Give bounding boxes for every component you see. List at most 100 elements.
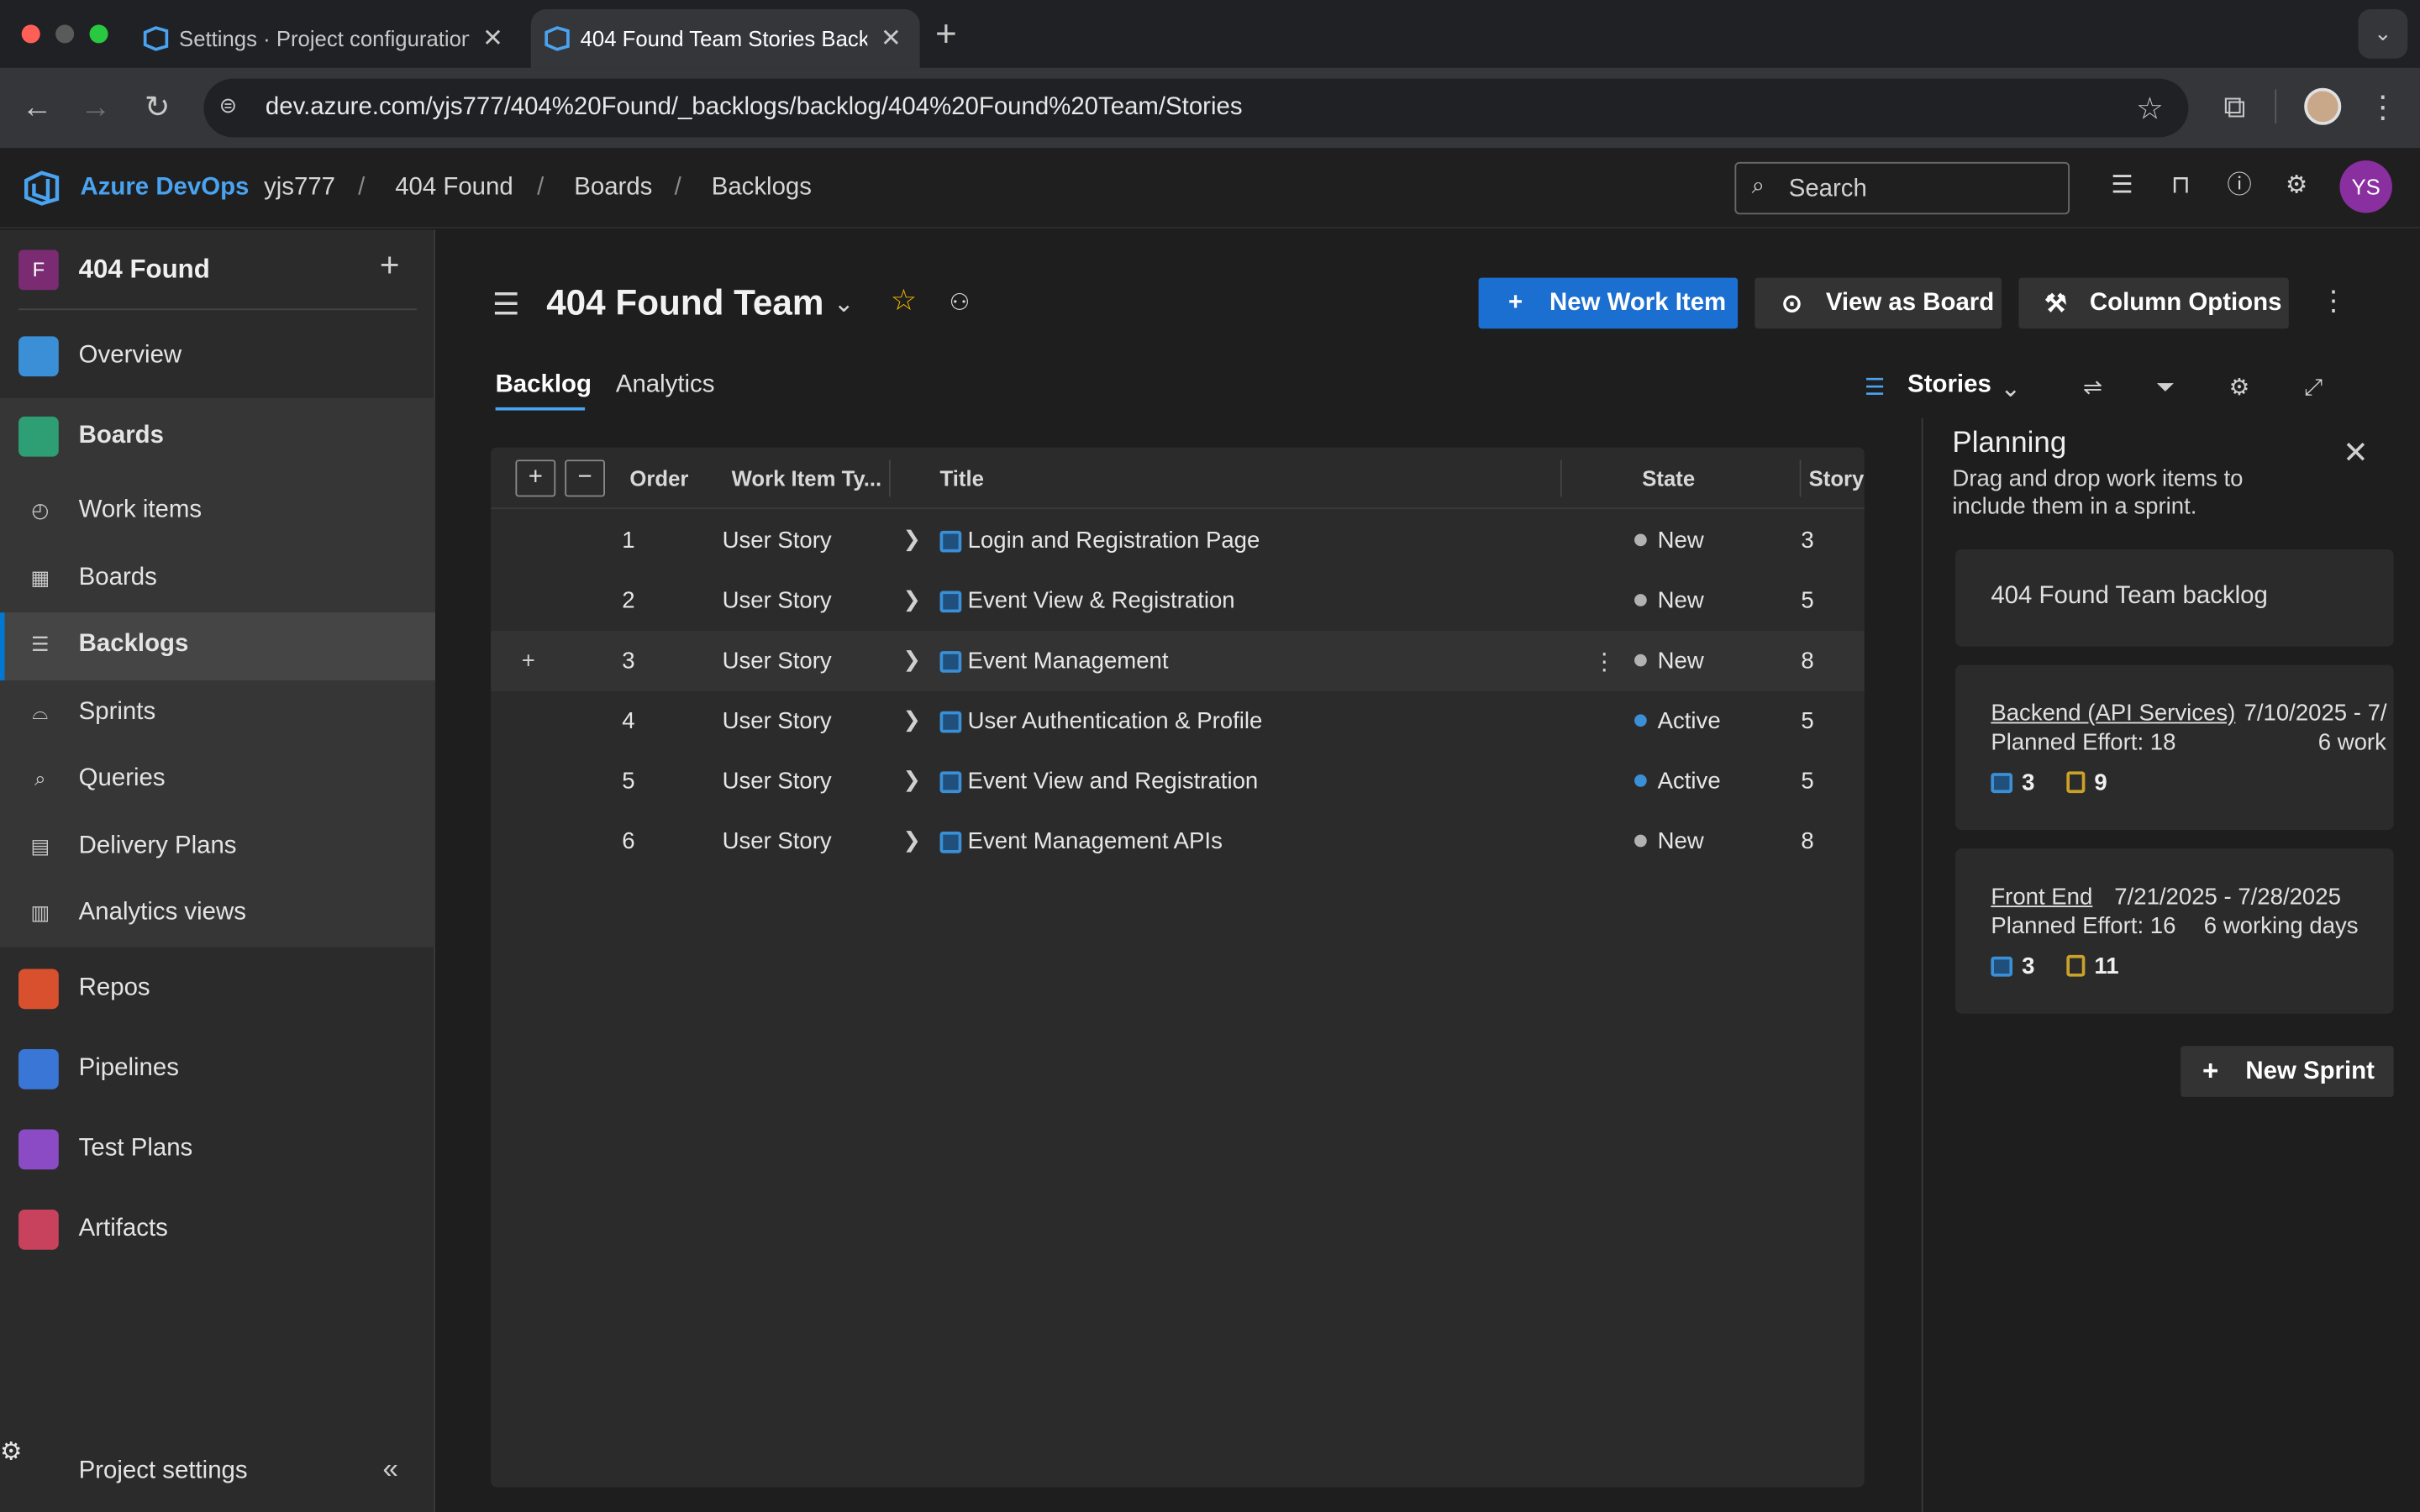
fullscreen-icon[interactable]: ⤢ [2298,373,2329,404]
chevron-down-icon[interactable]: ⌄ [834,288,855,319]
tab-backlog[interactable]: Backlog [496,372,592,400]
help-icon[interactable]: ⓘ [2223,170,2256,203]
sprint-name-link[interactable]: Backend (API Services) [1991,701,2235,727]
sidebar-item-sprints[interactable]: ⌓ Sprints [0,680,435,748]
new-work-item-button[interactable]: + New Work Item [1478,277,1739,329]
chevron-right-icon[interactable]: ❯ [902,706,921,732]
sidebar-item-overview[interactable]: Overview [0,324,435,392]
sprint-card-front-end[interactable]: Front End 7/21/2025 - 7/28/2025 Planned … [1955,848,2394,1014]
bookmark-star-icon[interactable]: ☆ [2136,90,2164,129]
close-icon[interactable]: ✕ [2343,433,2369,472]
team-name[interactable]: 404 Found Team [546,282,823,324]
new-tab-icon[interactable]: + [935,14,957,57]
column-resizer[interactable] [888,459,891,497]
chevron-right-icon[interactable]: ❯ [902,647,921,673]
column-options-button[interactable]: ⚒ Column Options [2018,277,2289,329]
table-row[interactable]: 2 User Story ❯ Event View & Registration… [491,571,1865,632]
column-header-story-points[interactable]: Story [1809,466,1865,491]
sidebar-item-test-plans[interactable]: Test Plans [0,1117,435,1185]
sidebar-item-analytics-views[interactable]: ▥ Analytics views [0,881,435,949]
table-row[interactable]: + 3 User Story ❯ Event Management ⋮ New … [491,631,1865,691]
cell-title[interactable]: Event View & Registration [968,588,1235,614]
project-header[interactable]: F 404 Found + [0,230,435,311]
brand-name[interactable]: Azure DevOps [81,175,250,202]
sidebar-item-backlogs[interactable]: ☰ Backlogs [0,612,435,680]
extensions-icon[interactable]: ⧉ [2217,90,2254,127]
more-actions-icon[interactable]: ⋮ [2320,286,2348,318]
sidebar-item-pipelines[interactable]: Pipelines [0,1037,435,1105]
close-icon[interactable]: ✕ [881,24,902,55]
table-row[interactable]: 5 User Story ❯ Event View and Registrati… [491,751,1865,811]
favorite-star-icon[interactable]: ☆ [891,284,917,319]
reload-icon[interactable]: ↻ [139,90,176,127]
chevron-down-icon[interactable]: ⌄ [2358,9,2408,59]
work-items-list-icon[interactable]: ☰ [2105,170,2139,203]
sidebar-item-boards[interactable]: Boards [0,404,435,472]
azure-devops-logo-icon[interactable] [22,168,62,208]
backlog-menu-icon[interactable]: ☰ [492,286,520,324]
column-resizer[interactable] [1799,459,1802,497]
sidebar-item-boards-sub[interactable]: ▦ Boards [0,546,435,614]
expand-all-icon[interactable]: + [515,459,556,497]
add-child-icon[interactable]: + [522,648,535,674]
collapse-all-icon[interactable]: − [565,459,605,497]
backlog-card[interactable]: 404 Found Team backlog [1955,549,2394,647]
sidebar-item-artifacts[interactable]: Artifacts [0,1197,435,1265]
back-icon[interactable]: ← [18,90,55,127]
cell-title[interactable]: Event View and Registration [968,769,1259,795]
cell-title[interactable]: Login and Registration Page [968,528,1260,554]
kebab-menu-icon[interactable]: ⋮ [2365,90,2402,127]
window-close-button[interactable] [21,24,40,44]
user-avatar[interactable]: YS [2339,160,2392,213]
view-as-board-button[interactable]: ⊙ View as Board [1754,277,2002,329]
chevron-right-icon[interactable]: ❯ [902,767,921,793]
sprint-card-backend[interactable]: Backend (API Services) 7/10/2025 - 7/ Pl… [1955,664,2394,831]
tab-analytics[interactable]: Analytics [616,372,715,400]
cell-title[interactable]: Event Management APIs [968,828,1223,854]
chevron-right-icon[interactable]: ❯ [902,526,921,552]
column-header-work-item-type[interactable]: Work Item Ty... [732,466,882,491]
chevron-down-icon[interactable]: ⌄ [2000,373,2021,404]
sidebar-item-queries[interactable]: ⌕ Queries [0,747,435,815]
browser-tab-backlog[interactable]: 404 Found Team Stories Backlog ✕ [530,9,920,68]
view-options-icon[interactable]: ⇌ [2077,373,2108,404]
site-info-icon[interactable]: ⊜ [219,92,247,120]
table-row[interactable]: 1 User Story ❯ Login and Registration Pa… [491,511,1865,571]
column-header-order[interactable]: Order [629,466,688,491]
chevron-right-icon[interactable]: ❯ [902,586,921,612]
url-input[interactable]: ⊜ dev.azure.com/yjs777/404%20Found/_back… [203,78,2189,138]
breadcrumb-backlogs[interactable]: Backlogs [712,175,812,202]
chevron-right-icon[interactable]: ❯ [902,827,921,853]
cell-title[interactable]: User Authentication & Profile [968,708,1263,734]
collapse-sidebar-icon[interactable]: « [383,1453,398,1486]
marketplace-bag-icon[interactable]: ⊓ [2164,170,2197,203]
project-settings-link[interactable]: ⚙ Project settings « [0,1436,435,1504]
column-header-state[interactable]: State [1642,466,1695,491]
new-sprint-button[interactable]: + New Sprint [2181,1046,2394,1097]
close-icon[interactable]: ✕ [482,24,503,55]
user-settings-icon[interactable]: ⚙ [2280,170,2313,203]
sidebar-item-work-items[interactable]: ◴ Work items [0,478,435,546]
team-members-icon[interactable]: ⚇ [950,288,971,316]
row-more-icon[interactable]: ⋮ [1592,648,1616,675]
forward-icon[interactable]: → [77,90,114,127]
cell-title[interactable]: Event Management [968,648,1169,674]
breadcrumb-organization[interactable]: yjs777 [264,175,335,202]
backlog-level-selector[interactable]: Stories [1907,372,1991,400]
search-input[interactable]: ⌕ Search [1734,161,2070,215]
browser-tab-settings[interactable]: Settings · Project configuration ✕ [129,9,522,68]
sidebar-item-repos[interactable]: Repos [0,957,435,1025]
sprint-name-link[interactable]: Front End [1991,884,2092,910]
window-minimize-button[interactable] [55,24,75,44]
sidebar-item-delivery-plans[interactable]: ▤ Delivery Plans [0,815,435,883]
add-icon[interactable]: + [380,245,400,286]
column-resizer[interactable] [1560,459,1562,497]
settings-icon[interactable]: ⚙ [2224,373,2255,404]
column-header-title[interactable]: Title [940,466,984,491]
window-zoom-button[interactable] [89,24,108,44]
table-row[interactable]: 4 User Story ❯ User Authentication & Pro… [491,691,1865,752]
filter-icon[interactable]: ⏷ [2150,373,2181,404]
profile-avatar[interactable] [2304,87,2342,125]
table-row[interactable]: 6 User Story ❯ Event Management APIs New… [491,811,1865,872]
breadcrumb-boards[interactable]: Boards [574,175,652,202]
